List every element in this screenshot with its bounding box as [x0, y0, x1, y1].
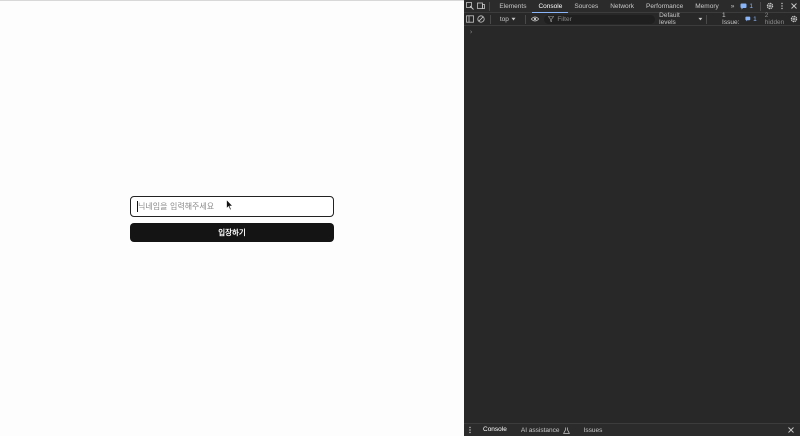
tab-network[interactable]: Network	[604, 0, 640, 13]
issues-link[interactable]: 1 Issue: 1	[722, 12, 757, 26]
issues-badge[interactable]: 1	[740, 3, 753, 10]
tabbar-right: 1	[740, 0, 800, 13]
log-levels-label: Default levels	[659, 12, 680, 26]
close-drawer-icon[interactable]	[785, 424, 797, 436]
text-caret	[137, 201, 138, 212]
filter-placeholder: Filter	[557, 15, 572, 23]
tab-separator	[489, 1, 491, 11]
caret-down-icon	[698, 17, 703, 21]
toolbar-separator	[706, 14, 708, 24]
console-output[interactable]: ›	[464, 26, 800, 423]
console-toolbar: top Filter Default levels 1 Issue: 1 2 h…	[464, 12, 800, 26]
caret-down-icon	[511, 17, 516, 21]
flask-icon	[562, 427, 570, 434]
sidebar-toggle-icon[interactable]	[464, 13, 475, 26]
issues-badge-count: 1	[749, 2, 753, 10]
context-selector[interactable]: top	[494, 16, 522, 23]
close-icon[interactable]	[788, 0, 800, 13]
tab-separator	[760, 1, 761, 11]
enter-button[interactable]: 입장하기	[130, 223, 334, 242]
message-icon	[745, 16, 751, 22]
tab-elements[interactable]: Elements	[493, 0, 532, 13]
toolbar-separator	[524, 14, 526, 24]
gear-icon[interactable]	[764, 0, 776, 13]
drawer-menu-icon[interactable]	[464, 424, 476, 436]
tab-performance[interactable]: Performance	[640, 0, 689, 13]
inspect-element-icon[interactable]	[464, 0, 475, 13]
clear-console-icon[interactable]	[475, 13, 486, 26]
devtools-panel: Elements Console Sources Network Perform…	[464, 0, 800, 436]
toolbar-separator	[489, 14, 491, 24]
devtools-drawer: Console AI assistance Issues	[464, 423, 800, 436]
console-prompt[interactable]: ›	[469, 28, 473, 36]
filter-input[interactable]: Filter	[544, 14, 656, 24]
issues-label: 1 Issue:	[722, 12, 740, 26]
console-settings-icon[interactable]	[789, 13, 800, 26]
mouse-cursor-icon	[226, 199, 234, 211]
drawer-tab-ai-assistance[interactable]: AI assistance	[514, 424, 577, 436]
drawer-tab-console[interactable]: Console	[476, 424, 514, 436]
hidden-count: 2 hidden	[764, 12, 785, 26]
tab-memory[interactable]: Memory	[689, 0, 724, 13]
drawer-tab-issues[interactable]: Issues	[577, 424, 610, 436]
filter-icon	[548, 16, 555, 22]
device-toolbar-icon[interactable]	[475, 0, 486, 13]
message-icon	[740, 3, 747, 9]
web-page: 입장하기	[0, 0, 464, 436]
tab-sources[interactable]: Sources	[568, 0, 604, 13]
drawer-tab-ai-label: AI assistance	[520, 426, 560, 434]
more-tabs-icon[interactable]: »	[725, 0, 741, 13]
tab-console[interactable]: Console	[532, 0, 569, 13]
issues-count: 1	[753, 15, 757, 23]
log-levels-dropdown[interactable]: Default levels	[659, 12, 703, 26]
context-label: top	[499, 15, 509, 23]
kebab-menu-icon[interactable]	[776, 0, 788, 13]
eye-icon[interactable]	[529, 13, 540, 26]
